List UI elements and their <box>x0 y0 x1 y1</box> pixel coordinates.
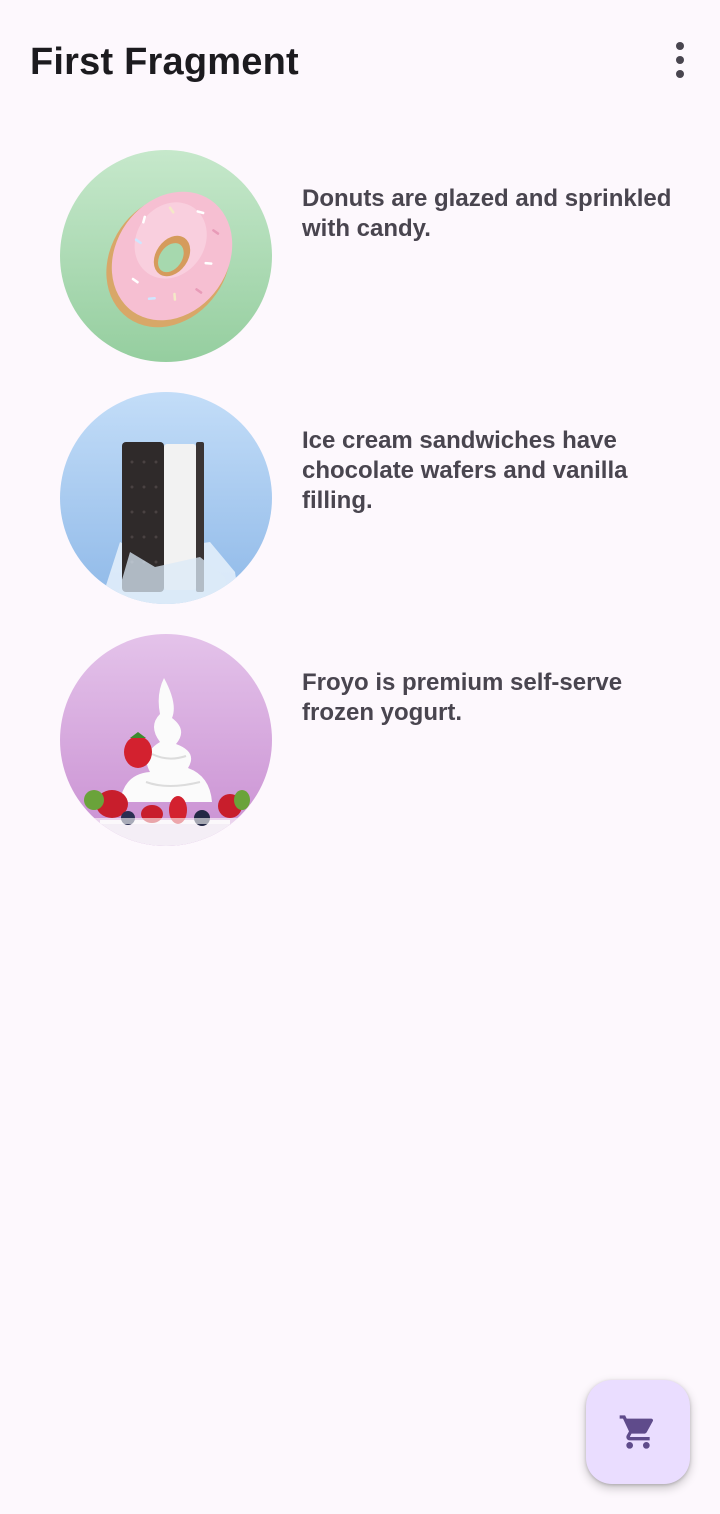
ice-cream-sandwich-image <box>60 392 272 604</box>
donut-image <box>60 150 272 362</box>
dessert-description: Froyo is premium self-serve frozen yogur… <box>302 669 623 726</box>
top-app-bar: First Fragment <box>0 0 720 124</box>
froyo-image <box>60 634 272 846</box>
list-item[interactable]: Ice cream sandwiches have chocolate wafe… <box>0 392 720 634</box>
dessert-list: Donuts are glazed and sprinkled with can… <box>0 150 720 876</box>
list-item[interactable]: Donuts are glazed and sprinkled with can… <box>0 150 720 392</box>
dessert-description: Ice cream sandwiches have chocolate wafe… <box>302 427 628 514</box>
dessert-description: Donuts are glazed and sprinkled with can… <box>302 185 672 242</box>
list-item[interactable]: Froyo is premium self-serve frozen yogur… <box>0 634 720 876</box>
more-vert-icon[interactable] <box>658 34 702 86</box>
page-title: First Fragment <box>30 41 299 83</box>
cart-fab-button[interactable] <box>586 1380 690 1484</box>
shopping-cart-icon <box>619 1415 654 1449</box>
